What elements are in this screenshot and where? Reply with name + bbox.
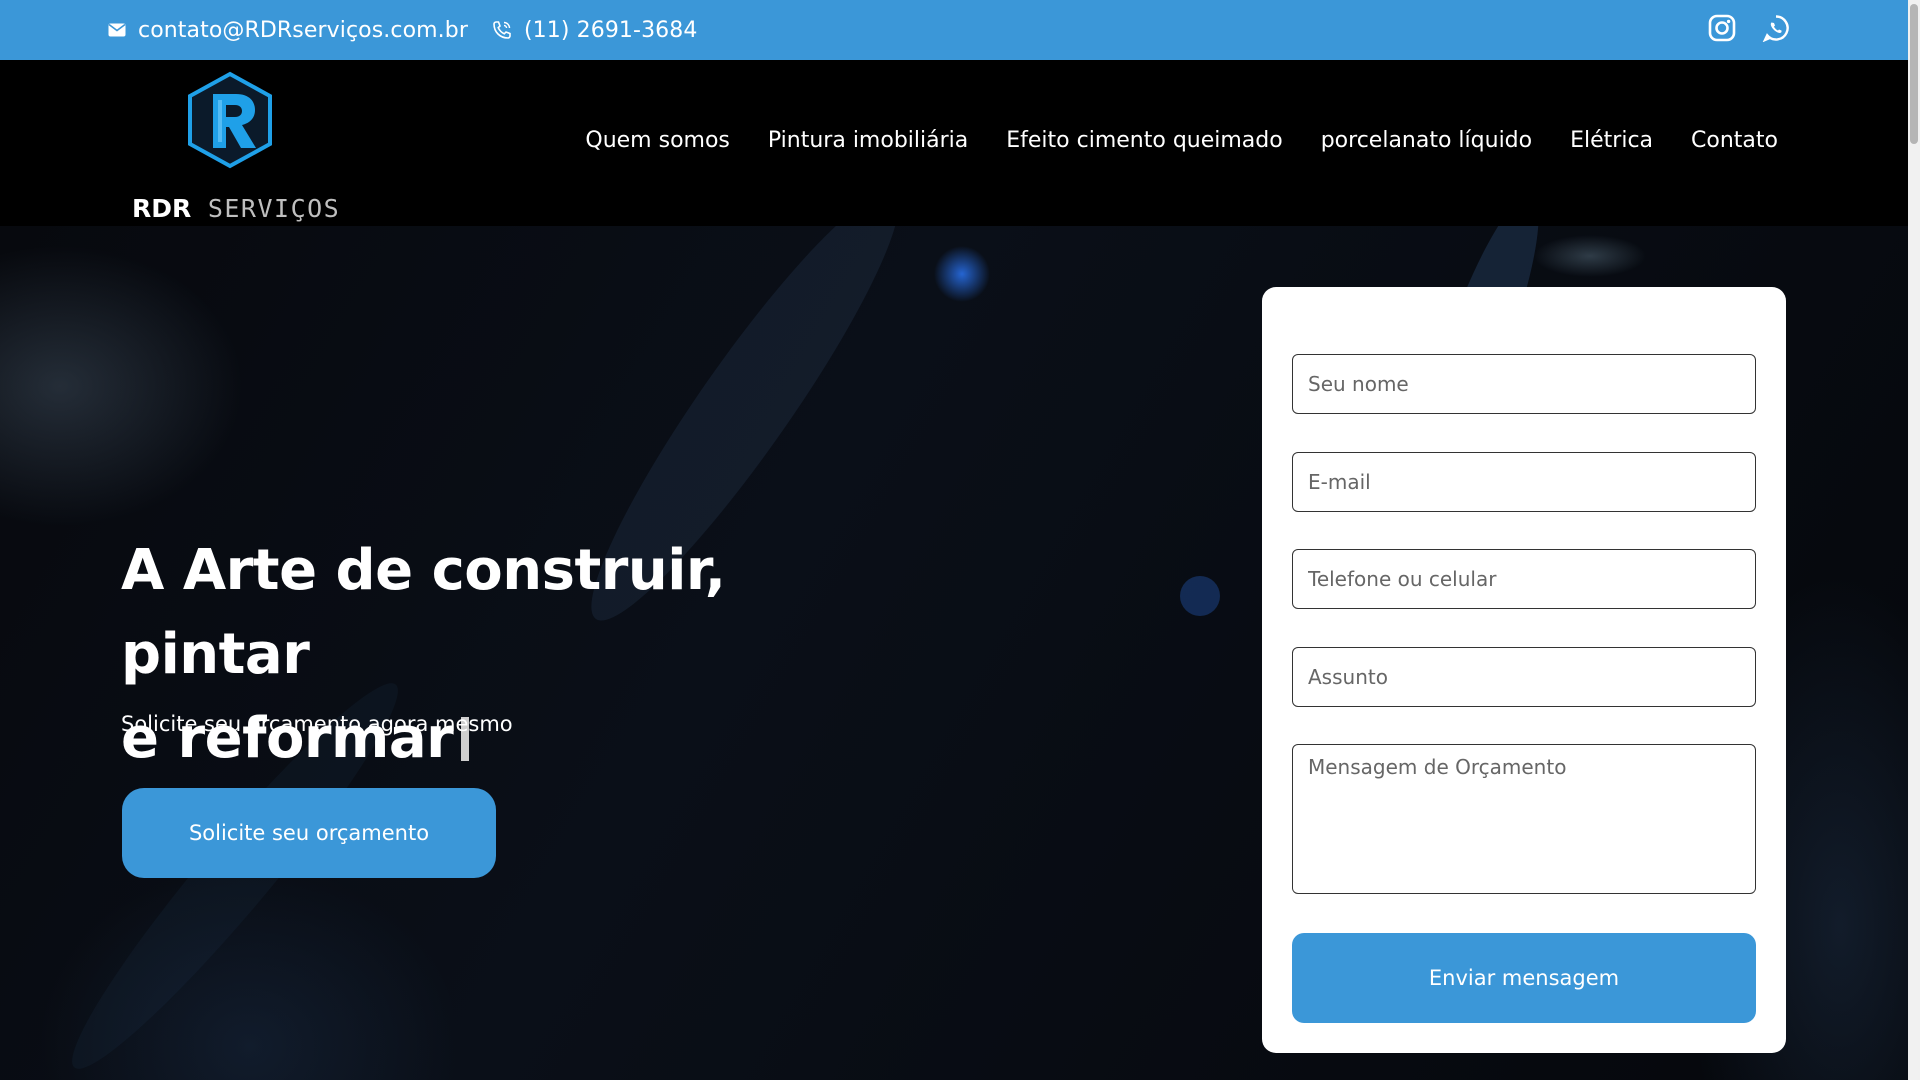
main-nav: Quem somos Pintura imobiliária Efeito ci… <box>585 128 1778 153</box>
site-header: RDR SERVIÇOS Quem somos Pintura imobiliá… <box>0 60 1908 226</box>
email-contact[interactable]: contato@RDRserviços.com.br <box>108 18 468 43</box>
hero-title-line1: A Arte de construir, pintar <box>121 538 726 687</box>
phone-text: (11) 2691-3684 <box>523 17 698 43</box>
phone-contact[interactable]: (11) 2691-3684 <box>492 18 697 43</box>
nav-item-eletrica[interactable]: Elétrica <box>1570 128 1653 153</box>
name-field[interactable] <box>1292 354 1756 414</box>
background-paint-streak <box>1180 576 1220 616</box>
logo-emblem-icon <box>188 71 272 169</box>
social-links <box>1708 14 1790 42</box>
logo[interactable]: RDR SERVIÇOS <box>130 70 339 223</box>
hero-subtitle: Solicite seu orçamento agora mesmo <box>121 712 513 736</box>
subject-field[interactable] <box>1292 647 1756 707</box>
quote-form-card: Enviar mensagem <box>1262 287 1786 1053</box>
logo-wordmark-bold: RDR <box>132 194 192 223</box>
envelope-icon <box>108 23 126 37</box>
email-text: contato@RDRserviços.com.br <box>138 17 468 43</box>
send-message-button[interactable]: Enviar mensagem <box>1292 933 1756 1023</box>
top-contact-bar: contato@RDRserviços.com.br (11) 2691-368… <box>0 0 1908 60</box>
contact-info: contato@RDRserviços.com.br (11) 2691-368… <box>108 18 709 43</box>
email-field[interactable] <box>1292 452 1756 512</box>
message-field[interactable] <box>1292 744 1756 894</box>
phone-icon <box>492 20 512 40</box>
phone-field[interactable] <box>1292 549 1756 609</box>
page-scrollbar[interactable] <box>1908 0 1920 1080</box>
nav-item-quem-somos[interactable]: Quem somos <box>585 128 730 153</box>
logo-wordmark-light: SERVIÇOS <box>191 194 341 223</box>
scrollbar-thumb[interactable] <box>1910 4 1918 144</box>
nav-item-pintura-imobiliaria[interactable]: Pintura imobiliária <box>768 128 968 153</box>
instagram-icon[interactable] <box>1708 14 1736 42</box>
nav-item-porcelanato-liquido[interactable]: porcelanato líquido <box>1321 128 1532 153</box>
logo-wordmark: RDR SERVIÇOS <box>132 194 340 223</box>
nav-item-contato[interactable]: Contato <box>1691 128 1778 153</box>
hero-title: A Arte de construir, pintar e reformar <box>121 529 921 781</box>
request-quote-button[interactable]: Solicite seu orçamento <box>122 788 496 878</box>
nav-item-efeito-cimento-queimado[interactable]: Efeito cimento queimado <box>1006 128 1282 153</box>
whatsapp-icon[interactable] <box>1762 14 1790 42</box>
